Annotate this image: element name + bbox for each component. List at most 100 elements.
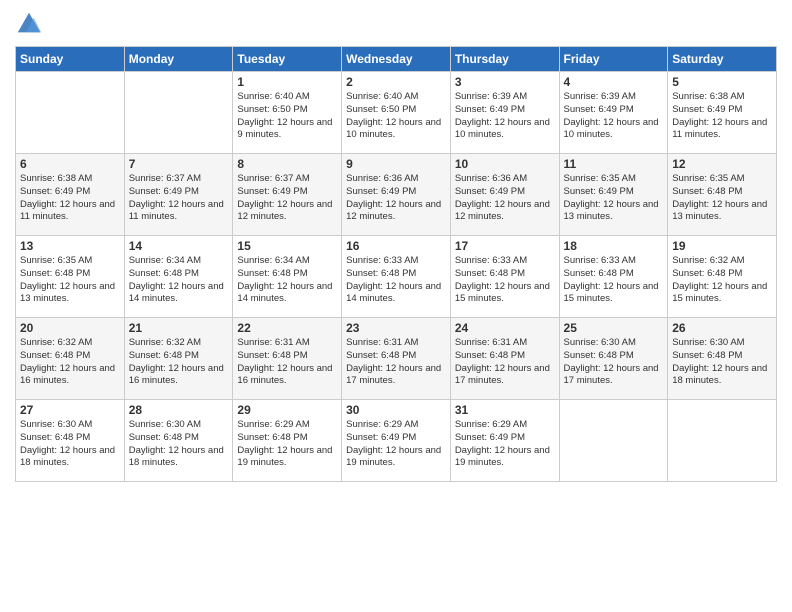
day-number: 15 xyxy=(237,239,337,253)
cell-info: Sunrise: 6:30 AM Sunset: 6:48 PM Dayligh… xyxy=(20,419,120,470)
cell-info: Sunrise: 6:38 AM Sunset: 6:49 PM Dayligh… xyxy=(20,173,120,224)
day-number: 11 xyxy=(564,157,664,171)
calendar-cell xyxy=(16,72,125,154)
cell-info: Sunrise: 6:29 AM Sunset: 6:49 PM Dayligh… xyxy=(346,419,446,470)
cell-info: Sunrise: 6:37 AM Sunset: 6:49 PM Dayligh… xyxy=(129,173,229,224)
cell-info: Sunrise: 6:31 AM Sunset: 6:48 PM Dayligh… xyxy=(346,337,446,388)
day-number: 5 xyxy=(672,75,772,89)
calendar-cell: 15Sunrise: 6:34 AM Sunset: 6:48 PM Dayli… xyxy=(233,236,342,318)
weekday-saturday: Saturday xyxy=(668,47,777,72)
day-number: 18 xyxy=(564,239,664,253)
cell-info: Sunrise: 6:30 AM Sunset: 6:48 PM Dayligh… xyxy=(672,337,772,388)
calendar-cell: 17 Sunrise: 6:33 AM Sunset: 6:48 PM Dayli… xyxy=(450,236,559,318)
cell-info: Sunrise: 6:33 AM Sunset: 6:48 PM Dayligh… xyxy=(346,255,446,306)
calendar-cell: 1 Sunrise: 6:40 AM Sunset: 6:50 PM Daylig… xyxy=(233,72,342,154)
calendar-cell: 19 Sunrise: 6:32 AM Sunset: 6:48 PM Dayli… xyxy=(668,236,777,318)
cell-info: Sunrise: 6:30 AM Sunset: 6:48 PM Dayligh… xyxy=(129,419,229,470)
calendar-cell: 6 Sunrise: 6:38 AM Sunset: 6:49 PM Daylig… xyxy=(16,154,125,236)
weekday-header-row: SundayMondayTuesdayWednesdayThursdayFrid… xyxy=(16,47,777,72)
day-number: 14 xyxy=(129,239,229,253)
calendar-cell xyxy=(559,400,668,482)
cell-info: Sunrise: 6:33 AM Sunset: 6:48 PM Dayligh… xyxy=(455,255,555,306)
week-row-4: 27 Sunrise: 6:30 AM Sunset: 6:48 PM Dayli… xyxy=(16,400,777,482)
cell-info: Sunrise: 6:39 AM Sunset: 6:49 PM Dayligh… xyxy=(455,91,555,142)
cell-info: Sunrise: 6:32 AM Sunset: 6:48 PM Dayligh… xyxy=(20,337,120,388)
day-number: 9 xyxy=(346,157,446,171)
weekday-tuesday: Tuesday xyxy=(233,47,342,72)
calendar-cell: 14 Sunrise: 6:34 AM Sunset: 6:48 PM Dayli… xyxy=(124,236,233,318)
logo-icon xyxy=(15,10,43,38)
calendar-cell: 29 Sunrise: 6:29 AM Sunset: 6:48 PM Dayli… xyxy=(233,400,342,482)
calendar-cell: 21Sunrise: 6:32 AM Sunset: 6:48 PM Dayli… xyxy=(124,318,233,400)
calendar-cell: 22 Sunrise: 6:31 AM Sunset: 6:48 PM Dayli… xyxy=(233,318,342,400)
day-number: 13 xyxy=(20,239,120,253)
day-number: 30 xyxy=(346,403,446,417)
calendar-cell: 7 Sunrise: 6:37 AM Sunset: 6:49 PM Daylig… xyxy=(124,154,233,236)
cell-info: Sunrise: 6:29 AM Sunset: 6:49 PM Dayligh… xyxy=(455,419,555,470)
logo xyxy=(15,10,47,38)
calendar-cell: 8 Sunrise: 6:37 AM Sunset: 6:49 PM Daylig… xyxy=(233,154,342,236)
day-number: 12 xyxy=(672,157,772,171)
day-number: 2 xyxy=(346,75,446,89)
calendar-cell: 13 Sunrise: 6:35 AM Sunset: 6:48 PM Dayli… xyxy=(16,236,125,318)
day-number: 19 xyxy=(672,239,772,253)
day-number: 21 xyxy=(129,321,229,335)
day-number: 23 xyxy=(346,321,446,335)
day-number: 10 xyxy=(455,157,555,171)
calendar-cell xyxy=(124,72,233,154)
weekday-wednesday: Wednesday xyxy=(342,47,451,72)
day-number: 27 xyxy=(20,403,120,417)
day-number: 28 xyxy=(129,403,229,417)
day-number: 7 xyxy=(129,157,229,171)
calendar-cell: 20 Sunrise: 6:32 AM Sunset: 6:48 PM Dayli… xyxy=(16,318,125,400)
weekday-sunday: Sunday xyxy=(16,47,125,72)
cell-info: Sunrise: 6:38 AM Sunset: 6:49 PM Dayligh… xyxy=(672,91,772,142)
cell-info: Sunrise: 6:33 AM Sunset: 6:48 PM Dayligh… xyxy=(564,255,664,306)
day-number: 29 xyxy=(237,403,337,417)
page: SundayMondayTuesdayWednesdayThursdayFrid… xyxy=(0,0,792,612)
calendar-cell: 27 Sunrise: 6:30 AM Sunset: 6:48 PM Dayli… xyxy=(16,400,125,482)
day-number: 25 xyxy=(564,321,664,335)
calendar-cell: 24 Sunrise: 6:31 AM Sunset: 6:48 PM Dayli… xyxy=(450,318,559,400)
cell-info: Sunrise: 6:37 AM Sunset: 6:49 PM Dayligh… xyxy=(237,173,337,224)
cell-info: Sunrise: 6:36 AM Sunset: 6:49 PM Dayligh… xyxy=(455,173,555,224)
cell-info: Sunrise: 6:40 AM Sunset: 6:50 PM Dayligh… xyxy=(237,91,337,142)
calendar-cell: 12 Sunrise: 6:35 AM Sunset: 6:48 PM Dayli… xyxy=(668,154,777,236)
week-row-2: 13 Sunrise: 6:35 AM Sunset: 6:48 PM Dayli… xyxy=(16,236,777,318)
day-number: 22 xyxy=(237,321,337,335)
cell-info: Sunrise: 6:35 AM Sunset: 6:48 PM Dayligh… xyxy=(672,173,772,224)
calendar-cell: 9 Sunrise: 6:36 AM Sunset: 6:49 PM Daylig… xyxy=(342,154,451,236)
weekday-thursday: Thursday xyxy=(450,47,559,72)
day-number: 31 xyxy=(455,403,555,417)
day-number: 8 xyxy=(237,157,337,171)
cell-info: Sunrise: 6:31 AM Sunset: 6:48 PM Dayligh… xyxy=(455,337,555,388)
cell-info: Sunrise: 6:32 AM Sunset: 6:48 PM Dayligh… xyxy=(672,255,772,306)
day-number: 24 xyxy=(455,321,555,335)
calendar-cell: 10 Sunrise: 6:36 AM Sunset: 6:49 PM Dayli… xyxy=(450,154,559,236)
cell-info: Sunrise: 6:36 AM Sunset: 6:49 PM Dayligh… xyxy=(346,173,446,224)
header xyxy=(15,10,777,38)
day-number: 3 xyxy=(455,75,555,89)
cell-info: Sunrise: 6:35 AM Sunset: 6:49 PM Dayligh… xyxy=(564,173,664,224)
cell-info: Sunrise: 6:31 AM Sunset: 6:48 PM Dayligh… xyxy=(237,337,337,388)
calendar-cell: 18 Sunrise: 6:33 AM Sunset: 6:48 PM Dayli… xyxy=(559,236,668,318)
calendar-cell: 16 Sunrise: 6:33 AM Sunset: 6:48 PM Dayli… xyxy=(342,236,451,318)
day-number: 16 xyxy=(346,239,446,253)
calendar-cell: 3 Sunrise: 6:39 AM Sunset: 6:49 PM Daylig… xyxy=(450,72,559,154)
day-number: 17 xyxy=(455,239,555,253)
day-number: 20 xyxy=(20,321,120,335)
calendar-cell: 23 Sunrise: 6:31 AM Sunset: 6:48 PM Dayli… xyxy=(342,318,451,400)
cell-info: Sunrise: 6:29 AM Sunset: 6:48 PM Dayligh… xyxy=(237,419,337,470)
calendar-cell: 31 Sunrise: 6:29 AM Sunset: 6:49 PM Dayli… xyxy=(450,400,559,482)
week-row-0: 1 Sunrise: 6:40 AM Sunset: 6:50 PM Daylig… xyxy=(16,72,777,154)
calendar-cell: 4Sunrise: 6:39 AM Sunset: 6:49 PM Daylig… xyxy=(559,72,668,154)
day-number: 1 xyxy=(237,75,337,89)
cell-info: Sunrise: 6:34 AM Sunset: 6:48 PM Dayligh… xyxy=(129,255,229,306)
calendar-cell: 2Sunrise: 6:40 AM Sunset: 6:50 PM Daylig… xyxy=(342,72,451,154)
day-number: 6 xyxy=(20,157,120,171)
weekday-friday: Friday xyxy=(559,47,668,72)
calendar: SundayMondayTuesdayWednesdayThursdayFrid… xyxy=(15,46,777,482)
cell-info: Sunrise: 6:35 AM Sunset: 6:48 PM Dayligh… xyxy=(20,255,120,306)
day-number: 4 xyxy=(564,75,664,89)
calendar-cell: 5 Sunrise: 6:38 AM Sunset: 6:49 PM Daylig… xyxy=(668,72,777,154)
